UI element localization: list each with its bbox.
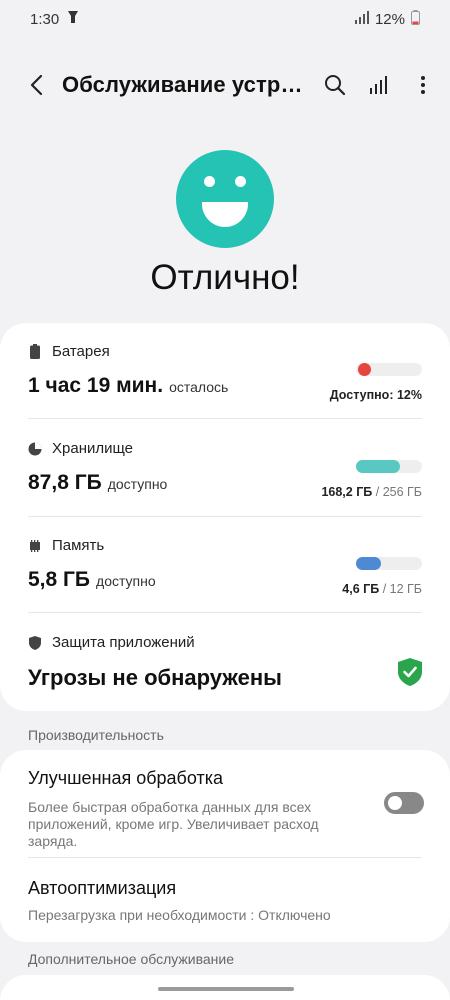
- battery-percent: 12%: [374, 10, 405, 28]
- enhanced-processing-description: Более быстрая обработка данных для всех …: [28, 799, 319, 849]
- section-title-performance: Производительность: [28, 727, 164, 743]
- app-protection-value: Угрозы не обнаружены: [28, 665, 282, 690]
- battery-icon: [411, 9, 420, 29]
- battery-available: Доступно: 12%: [329, 388, 422, 402]
- pie-chart-icon: [28, 442, 42, 456]
- back-button[interactable]: [16, 65, 56, 105]
- signal-icon: [354, 10, 369, 28]
- search-icon: [325, 75, 346, 96]
- battery-time-value: 1 час 19 мин.: [28, 374, 164, 397]
- back-arrow-icon: [30, 74, 43, 96]
- divider: [28, 516, 422, 517]
- app-protection-label: Защита приложений: [52, 634, 195, 651]
- search-button[interactable]: [313, 63, 357, 107]
- memory-value: 5,8 ГБ: [28, 568, 91, 591]
- divider: [28, 612, 422, 613]
- storage-usage-fill: [356, 460, 400, 473]
- memory-usage-fill: [356, 557, 382, 570]
- status-bar: 1:30 12%: [0, 0, 450, 38]
- bar-chart-icon: [370, 76, 387, 94]
- enhanced-processing-toggle[interactable]: [384, 792, 424, 814]
- app-bar: Обслуживание устро...: [0, 60, 450, 110]
- storage-usage-text: 168,2 ГБ / 256 ГБ: [321, 485, 422, 499]
- divider: [28, 857, 422, 858]
- storage-usage-bar: [356, 460, 422, 473]
- divider: [28, 418, 422, 419]
- storage-label: Хранилище: [52, 440, 133, 457]
- auto-optimization-description: Перезагрузка при необходимости : Отключе…: [28, 907, 331, 923]
- storage-suffix: доступно: [107, 476, 168, 492]
- battery-suffix: осталось: [169, 379, 229, 395]
- memory-label: Память: [52, 537, 105, 554]
- enhanced-processing-title: Улучшенная обработка: [28, 768, 223, 788]
- battery-level-bar: [356, 363, 422, 376]
- battery-level-dot: [358, 363, 371, 376]
- memory-usage-bar: [356, 557, 422, 570]
- battery-item[interactable]: Батарея 1 час 19 мин. осталось Доступно:…: [28, 343, 422, 402]
- page-title: Обслуживание устро...: [62, 72, 307, 97]
- status-time: 1:30: [30, 10, 60, 28]
- auto-optimization-item[interactable]: Автооптимизация Перезагрузка при необход…: [28, 878, 422, 924]
- enhanced-processing-item[interactable]: Улучшенная обработка Более быстрая обраб…: [28, 768, 360, 850]
- section-title-additional: Дополнительное обслуживание: [28, 951, 235, 967]
- more-vert-icon: [421, 76, 425, 94]
- memory-suffix: доступно: [96, 573, 156, 589]
- flashlight-icon: [67, 10, 79, 28]
- memory-usage-text: 4,6 ГБ / 12 ГБ: [342, 582, 422, 596]
- more-options-button[interactable]: [401, 63, 445, 107]
- storage-value: 87,8 ГБ: [28, 471, 102, 494]
- auto-optimization-title: Автооптимизация: [28, 878, 177, 898]
- stats-button[interactable]: [357, 63, 401, 107]
- performance-card: Улучшенная обработка Более быстрая обраб…: [0, 750, 450, 942]
- memory-item[interactable]: Память 5,8 ГБ доступно 4,6 ГБ / 12 ГБ: [28, 537, 422, 596]
- storage-item[interactable]: Хранилище 87,8 ГБ доступно 168,2 ГБ / 25…: [28, 440, 422, 499]
- shield-icon: [28, 635, 42, 650]
- home-indicator[interactable]: [158, 987, 294, 991]
- status-card: Батарея 1 час 19 мин. осталось Доступно:…: [0, 323, 450, 711]
- battery-label: Батарея: [52, 343, 110, 360]
- shield-check-icon: [398, 658, 422, 691]
- smiley-face-icon: [176, 150, 274, 248]
- battery-icon: [28, 344, 42, 359]
- app-protection-item[interactable]: Защита приложений Угрозы не обнаружены: [28, 634, 422, 691]
- memory-chip-icon: [28, 539, 42, 553]
- device-status-text: Отлично!: [150, 258, 300, 297]
